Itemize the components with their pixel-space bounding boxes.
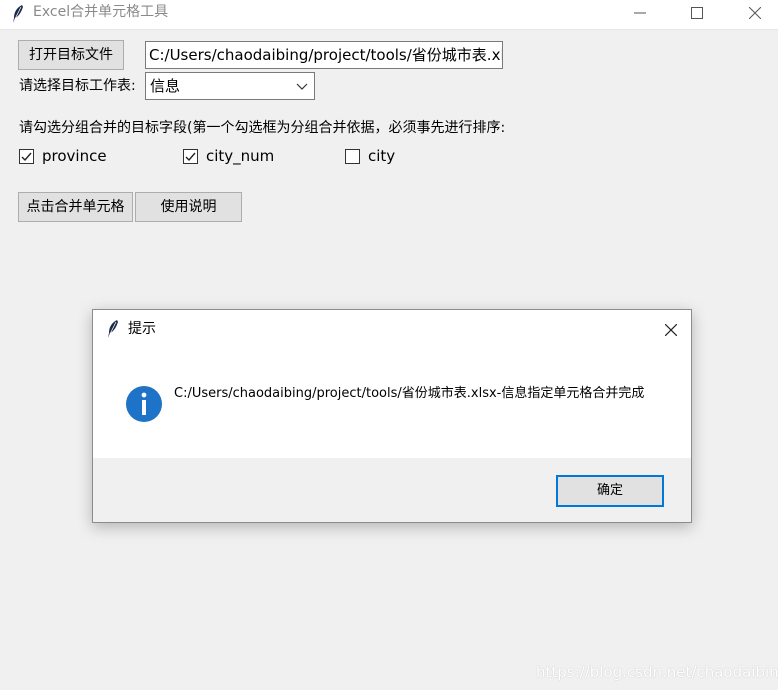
checkbox-label: city xyxy=(368,147,396,165)
maximize-button[interactable] xyxy=(674,0,720,26)
instructions-text: 请勾选分组合并的目标字段(第一个勾选框为分组合并依据，必须事先进行排序: xyxy=(19,120,506,136)
checkbox-box[interactable] xyxy=(19,148,34,164)
checkbox-label: city_num xyxy=(206,147,275,165)
checkbox-province[interactable]: province xyxy=(19,147,107,165)
feather-icon xyxy=(108,320,118,338)
minimize-icon xyxy=(634,12,646,14)
info-icon xyxy=(126,386,162,422)
dialog-message: C:/Users/chaodaibing/project/tools/省份城市表… xyxy=(174,386,645,401)
checkbox-box[interactable] xyxy=(345,148,360,164)
checkbox-city-num[interactable]: city_num xyxy=(183,147,274,165)
dialog-close-button[interactable] xyxy=(659,318,683,342)
close-icon xyxy=(749,7,761,19)
main-window: Excel合并单元格工具 打开目标文件 C:/Users/chaodaibing… xyxy=(0,0,778,690)
message-dialog: 提示 C:/Users/chaodaibing/project/tools/省份… xyxy=(92,309,692,523)
close-button[interactable] xyxy=(732,0,778,26)
watermark: https://blog.csdn.net/chaodaibing xyxy=(536,663,778,681)
help-button[interactable]: 使用说明 xyxy=(135,192,242,222)
sheet-select[interactable]: 信息 xyxy=(145,72,315,100)
open-file-button[interactable]: 打开目标文件 xyxy=(18,40,124,70)
minimize-button[interactable] xyxy=(617,0,663,26)
sheet-select-value: 信息 xyxy=(150,77,181,95)
chevron-down-icon xyxy=(296,83,308,90)
checkbox-box[interactable] xyxy=(183,148,198,164)
feather-icon xyxy=(13,5,23,23)
checkbox-city[interactable]: city xyxy=(345,147,395,165)
maximize-icon xyxy=(691,7,703,19)
dialog-title: 提示 xyxy=(128,321,156,337)
merge-cells-button[interactable]: 点击合并单元格 xyxy=(18,192,133,222)
checkbox-label: province xyxy=(42,147,107,165)
ok-button[interactable]: 确定 xyxy=(556,475,664,507)
window-title: Excel合并单元格工具 xyxy=(33,4,169,20)
checkmark-icon xyxy=(21,152,32,161)
dialog-body: 提示 C:/Users/chaodaibing/project/tools/省份… xyxy=(93,310,691,458)
checkmark-icon xyxy=(185,152,196,161)
close-icon xyxy=(665,324,677,336)
sheet-label: 请选择目标工作表: xyxy=(19,78,136,94)
file-path-input[interactable]: C:/Users/chaodaibing/project/tools/省份城市表… xyxy=(145,41,503,69)
title-bar[interactable]: Excel合并单元格工具 xyxy=(0,0,778,30)
